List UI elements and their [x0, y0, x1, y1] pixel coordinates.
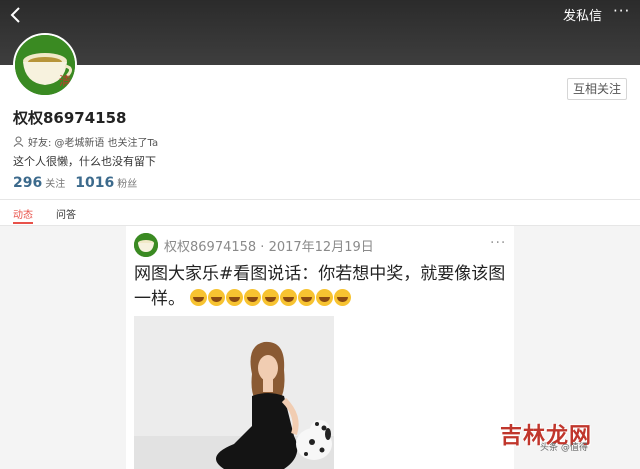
back-button[interactable]: [6, 4, 26, 26]
chevron-left-icon: [10, 7, 20, 23]
emoji-row: [190, 289, 352, 309]
post-author-date[interactable]: 权权86974158 · 2017年12月19日: [164, 236, 374, 255]
tea-cup-image: [134, 233, 158, 257]
dizzy-emoji-icon: [298, 289, 316, 306]
friends-prefix: 好友:: [28, 138, 52, 149]
avatar[interactable]: 清: [13, 33, 77, 97]
dizzy-emoji-icon: [316, 289, 334, 306]
watermark-sub: 头条 @值得: [540, 443, 588, 453]
following-count[interactable]: 296: [13, 175, 42, 191]
dizzy-emoji-icon: [334, 289, 352, 306]
tab-qa[interactable]: 问答: [56, 206, 76, 221]
woman-with-dalmatian-photo: [134, 316, 334, 469]
tab-activity[interactable]: 动态: [13, 206, 33, 221]
profile-stats: 296 关注 1016 粉丝: [13, 175, 147, 191]
mutual-friends-row[interactable]: 好友: @老城新语 也关注了Ta: [13, 134, 158, 149]
divider: [0, 199, 640, 200]
profile-username: 权权86974158: [13, 109, 127, 127]
post-author-avatar[interactable]: [134, 233, 158, 257]
post-card[interactable]: 权权86974158 · 2017年12月19日 ··· 网图大家乐#看图说话：…: [126, 226, 514, 469]
tea-cup-image: 清: [15, 35, 75, 95]
following-label[interactable]: 关注: [45, 175, 65, 190]
post-text: 网图大家乐#看图说话：你若想中奖，就要像该图一样。: [134, 262, 506, 312]
active-tab-indicator: [13, 222, 33, 224]
profile-header-banner: 发私信 ···: [0, 0, 640, 65]
crying-laugh-emoji-icon: [280, 289, 298, 306]
mutual-follow-button[interactable]: 互相关注: [567, 78, 627, 100]
post-more-button[interactable]: ···: [490, 235, 506, 251]
more-options-button[interactable]: ···: [613, 2, 630, 20]
profile-bio: 这个人很懒，什么也没有留下: [13, 155, 156, 168]
post-image[interactable]: [134, 316, 334, 469]
crying-laugh-emoji-icon: [244, 289, 262, 306]
send-message-button[interactable]: 发私信: [563, 5, 602, 24]
followers-label[interactable]: 粉丝: [117, 175, 137, 190]
watermark: 吉林龙网 头条 @值得: [500, 418, 592, 453]
crying-laugh-emoji-icon: [262, 289, 280, 306]
avatar-stamp-text: 清: [59, 74, 71, 88]
person-icon: [13, 136, 24, 147]
laughing-emoji-icon: [226, 289, 244, 306]
laughing-emoji-icon: [190, 289, 208, 306]
friends-text[interactable]: @老城新语 也关注了Ta: [54, 134, 158, 149]
followers-count[interactable]: 1016: [75, 175, 114, 191]
laughing-emoji-icon: [208, 289, 226, 306]
